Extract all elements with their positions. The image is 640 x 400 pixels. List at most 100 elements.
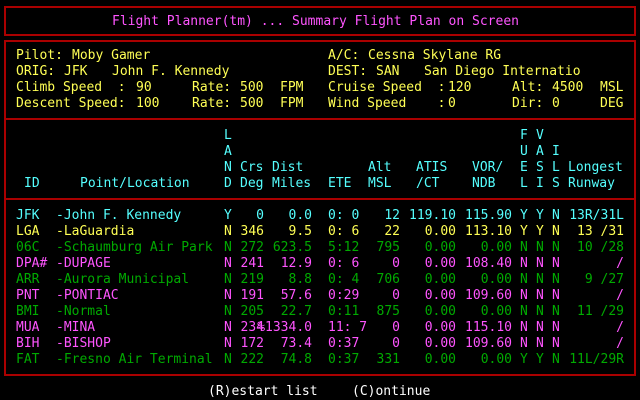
- descent-rate-unit: FPM: [280, 96, 304, 111]
- cell-ete: 0:11: [328, 304, 360, 319]
- cell-distance: 22.7: [280, 304, 312, 319]
- cell-vasi: N: [536, 304, 544, 319]
- cell-distance: 73.4: [280, 336, 312, 351]
- restart-list-option[interactable]: (R)estart list: [208, 384, 318, 400]
- cell-ils: N: [552, 288, 560, 303]
- cell-fuel: Y: [520, 224, 528, 239]
- cell-course: 191: [240, 288, 264, 303]
- dest-code: SAN: [376, 64, 400, 79]
- cell-land: N: [224, 320, 232, 335]
- cell-fuel: N: [520, 320, 528, 335]
- cell-ete: 5:12: [328, 240, 360, 255]
- cell-id: PNT: [16, 288, 40, 303]
- cell-location: -LaGuardia: [56, 224, 135, 239]
- continue-option[interactable]: (C)ontinue: [352, 384, 430, 400]
- wind-dir-unit: DEG: [600, 96, 624, 111]
- cell-id: FAT: [16, 352, 40, 367]
- header-longest: Longest: [568, 160, 623, 175]
- header-ils-char: I: [552, 144, 560, 159]
- header-ete: ETE: [328, 176, 352, 191]
- cell-runway: 13 /31: [577, 224, 624, 239]
- cell-altitude: 706: [376, 272, 400, 287]
- cell-vor: 0.00: [480, 272, 512, 287]
- header-crs-deg: Deg: [240, 176, 264, 191]
- cell-atis: 0.00: [424, 256, 456, 271]
- cell-vor: 115.10: [465, 320, 512, 335]
- cell-runway: 11L/29R: [569, 352, 624, 367]
- climb-speed-label: Climb Speed :: [16, 80, 126, 95]
- page-title: Flight Planner(tm) ... Summary Flight Pl…: [112, 14, 519, 29]
- cell-fuel: N: [520, 288, 528, 303]
- header-fuel-char: F: [520, 128, 528, 143]
- cell-vasi: N: [536, 256, 544, 271]
- cell-fuel: N: [520, 240, 528, 255]
- cell-runway: 9 /27: [584, 272, 624, 287]
- cell-distance: 57.6: [280, 288, 312, 303]
- cell-vasi: Y: [536, 208, 544, 223]
- cell-land: Y: [224, 208, 232, 223]
- header-fuel-char: L: [520, 176, 528, 191]
- cell-land: N: [224, 304, 232, 319]
- cell-id: BIH: [16, 336, 40, 351]
- cell-vasi: N: [536, 240, 544, 255]
- header-separator: [4, 198, 636, 200]
- cell-distance: 0.0: [288, 208, 312, 223]
- cell-location: -Fresno Air Terminal: [56, 352, 213, 367]
- cell-location: -Normal: [56, 304, 111, 319]
- cell-runway: 13R/31L: [569, 208, 624, 223]
- wind-speed-value: 0: [448, 96, 456, 111]
- cell-altitude: 0: [392, 320, 400, 335]
- info-separator: [4, 118, 636, 120]
- cell-fuel: N: [520, 304, 528, 319]
- cell-ete: 0: 6: [328, 256, 360, 271]
- climb-speed-value: 90: [136, 80, 152, 95]
- aircraft-label: A/C:: [328, 48, 360, 63]
- cell-ils: N: [552, 304, 560, 319]
- descent-rate-value: 500: [240, 96, 264, 111]
- header-ils-char: L: [552, 160, 560, 175]
- header-point-location: Point/Location: [80, 176, 190, 191]
- cell-vasi: N: [536, 288, 544, 303]
- cell-runway: /: [616, 256, 624, 271]
- cell-vor: 109.60: [465, 288, 512, 303]
- cell-id: JFK: [16, 208, 40, 223]
- cell-course: 205: [240, 304, 264, 319]
- cell-land: N: [224, 224, 232, 239]
- cell-atis: 0.00: [424, 336, 456, 351]
- cell-fuel: Y: [520, 352, 528, 367]
- cell-altitude: 22: [384, 224, 400, 239]
- cell-ete: 0: 4: [328, 272, 360, 287]
- cell-land: N: [224, 256, 232, 271]
- cell-atis: 0.00: [424, 240, 456, 255]
- dest-name: San Diego Internatio: [424, 64, 581, 79]
- climb-rate-value: 500: [240, 80, 264, 95]
- orig-code: JFK: [64, 64, 88, 79]
- cell-fuel: N: [520, 336, 528, 351]
- cell-course: 346: [240, 224, 264, 239]
- header-fuel-char: E: [520, 160, 528, 175]
- header-vor-ndb: NDB: [472, 176, 496, 191]
- dest-label: DEST:: [328, 64, 368, 79]
- header-ils-char: S: [552, 176, 560, 191]
- wind-dir-label: Dir:: [512, 96, 544, 111]
- cell-distance: 74.8: [280, 352, 312, 367]
- cell-ils: N: [552, 208, 560, 223]
- cell-vasi: Y: [536, 352, 544, 367]
- cell-distance: 623.5: [272, 240, 312, 255]
- header-land-char: A: [224, 144, 232, 159]
- cell-vasi: N: [536, 272, 544, 287]
- cell-atis: 0.00: [424, 352, 456, 367]
- cell-altitude: 0: [392, 336, 400, 351]
- cell-vor: 109.60: [465, 336, 512, 351]
- climb-rate-unit: FPM: [280, 80, 304, 95]
- header-land-char: N: [224, 160, 232, 175]
- header-land-char: D: [224, 176, 232, 191]
- cell-ete: 0:37: [328, 336, 360, 351]
- cell-fuel: N: [520, 256, 528, 271]
- cell-ete: 0:29: [328, 288, 360, 303]
- cell-vor: 0.00: [480, 240, 512, 255]
- climb-rate-label: Rate:: [192, 80, 232, 95]
- cell-ete: 0: 0: [328, 208, 360, 223]
- cell-ete: 11: 7: [328, 320, 368, 335]
- cell-atis: 0.00: [424, 288, 456, 303]
